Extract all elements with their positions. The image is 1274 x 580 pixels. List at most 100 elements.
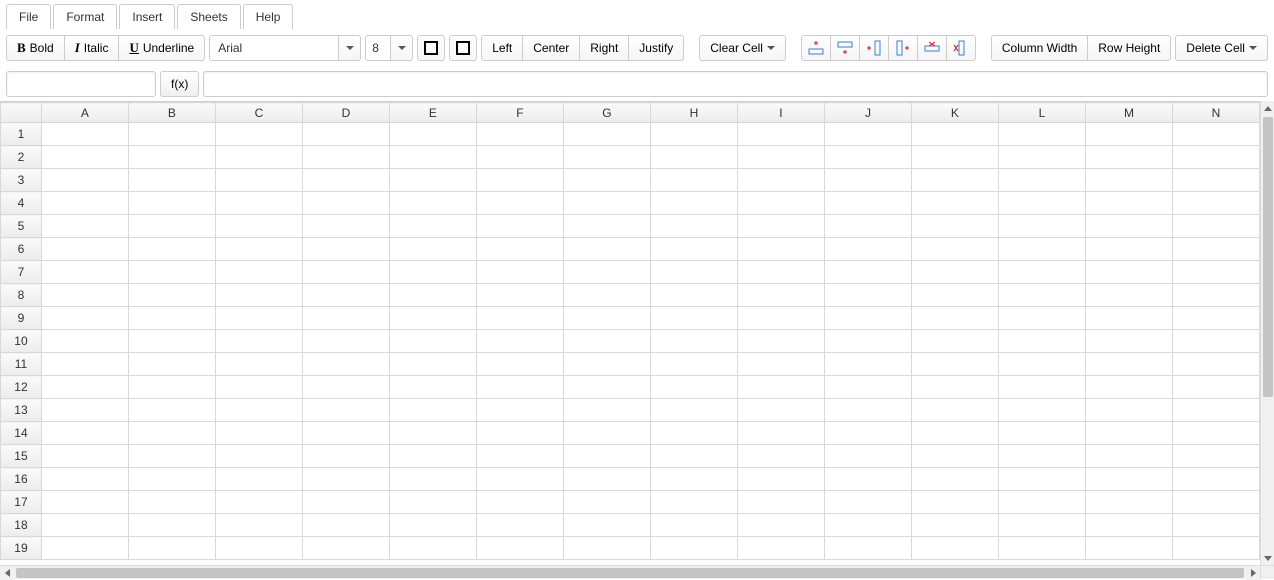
cell[interactable] bbox=[1172, 399, 1259, 422]
cell[interactable] bbox=[911, 307, 998, 330]
align-right-button[interactable]: Right bbox=[579, 35, 629, 61]
cell[interactable] bbox=[476, 284, 563, 307]
cell[interactable] bbox=[998, 514, 1085, 537]
cell[interactable] bbox=[998, 376, 1085, 399]
column-header[interactable]: G bbox=[563, 103, 650, 123]
cell[interactable] bbox=[215, 307, 302, 330]
cell[interactable] bbox=[389, 169, 476, 192]
cell[interactable] bbox=[650, 261, 737, 284]
cell[interactable] bbox=[650, 537, 737, 560]
cell[interactable] bbox=[215, 261, 302, 284]
cell[interactable] bbox=[650, 514, 737, 537]
cell[interactable] bbox=[389, 353, 476, 376]
cell[interactable] bbox=[1085, 537, 1172, 560]
cell[interactable] bbox=[998, 192, 1085, 215]
cell[interactable] bbox=[41, 399, 128, 422]
cell[interactable] bbox=[1085, 169, 1172, 192]
insert-column-right-button[interactable] bbox=[888, 35, 918, 61]
cell[interactable] bbox=[476, 123, 563, 146]
cell[interactable] bbox=[476, 445, 563, 468]
cell[interactable] bbox=[563, 169, 650, 192]
cell[interactable] bbox=[302, 468, 389, 491]
cell[interactable] bbox=[650, 376, 737, 399]
cell[interactable] bbox=[1172, 422, 1259, 445]
cell[interactable] bbox=[128, 123, 215, 146]
cell[interactable] bbox=[302, 261, 389, 284]
cell[interactable] bbox=[302, 514, 389, 537]
cell[interactable] bbox=[128, 445, 215, 468]
cell[interactable] bbox=[41, 215, 128, 238]
cell[interactable] bbox=[41, 192, 128, 215]
cell[interactable] bbox=[737, 514, 824, 537]
cell[interactable] bbox=[563, 261, 650, 284]
cell[interactable] bbox=[911, 169, 998, 192]
font-family-value[interactable]: Arial bbox=[209, 35, 339, 61]
row-header[interactable]: 14 bbox=[1, 422, 42, 445]
cell[interactable] bbox=[302, 169, 389, 192]
cell[interactable] bbox=[302, 422, 389, 445]
cell[interactable] bbox=[215, 123, 302, 146]
cell[interactable] bbox=[302, 192, 389, 215]
cell[interactable] bbox=[302, 215, 389, 238]
cell[interactable] bbox=[389, 514, 476, 537]
cell[interactable] bbox=[1172, 238, 1259, 261]
cell[interactable] bbox=[824, 399, 911, 422]
cell[interactable] bbox=[476, 468, 563, 491]
cell[interactable] bbox=[389, 238, 476, 261]
cell[interactable] bbox=[41, 123, 128, 146]
grid-viewport[interactable]: A B C D E F G H I J K L M N 123456789101… bbox=[0, 101, 1260, 565]
cell[interactable] bbox=[824, 123, 911, 146]
cell[interactable] bbox=[389, 261, 476, 284]
cell[interactable] bbox=[302, 445, 389, 468]
cell[interactable] bbox=[215, 284, 302, 307]
cell[interactable] bbox=[737, 307, 824, 330]
cell[interactable] bbox=[476, 422, 563, 445]
cell[interactable] bbox=[302, 376, 389, 399]
cell[interactable] bbox=[737, 353, 824, 376]
cell[interactable] bbox=[563, 192, 650, 215]
cell[interactable] bbox=[824, 330, 911, 353]
cell[interactable] bbox=[998, 238, 1085, 261]
row-header[interactable]: 4 bbox=[1, 192, 42, 215]
cell[interactable] bbox=[1085, 353, 1172, 376]
cell[interactable] bbox=[998, 353, 1085, 376]
cell[interactable] bbox=[128, 215, 215, 238]
cell[interactable] bbox=[737, 537, 824, 560]
column-header[interactable]: L bbox=[998, 103, 1085, 123]
cell[interactable] bbox=[389, 330, 476, 353]
fx-button[interactable]: f(x) bbox=[160, 71, 199, 97]
cell[interactable] bbox=[41, 307, 128, 330]
row-header[interactable]: 13 bbox=[1, 399, 42, 422]
cell[interactable] bbox=[1172, 123, 1259, 146]
cell[interactable] bbox=[1085, 261, 1172, 284]
cell[interactable] bbox=[563, 146, 650, 169]
cell[interactable] bbox=[1085, 491, 1172, 514]
cell[interactable] bbox=[998, 491, 1085, 514]
cell[interactable] bbox=[650, 468, 737, 491]
cell[interactable] bbox=[302, 353, 389, 376]
scroll-down-button[interactable] bbox=[1261, 551, 1274, 565]
formula-input[interactable] bbox=[203, 71, 1268, 97]
cell[interactable] bbox=[998, 468, 1085, 491]
cell[interactable] bbox=[128, 238, 215, 261]
cell[interactable] bbox=[911, 215, 998, 238]
cell[interactable] bbox=[41, 353, 128, 376]
cell[interactable] bbox=[737, 422, 824, 445]
cell[interactable] bbox=[41, 261, 128, 284]
column-header[interactable]: K bbox=[911, 103, 998, 123]
cell[interactable] bbox=[41, 445, 128, 468]
cell[interactable] bbox=[1172, 445, 1259, 468]
cell[interactable] bbox=[128, 169, 215, 192]
cell-reference-input[interactable] bbox=[6, 71, 156, 97]
cell[interactable] bbox=[650, 123, 737, 146]
cell[interactable] bbox=[302, 146, 389, 169]
cell[interactable] bbox=[1085, 238, 1172, 261]
cell[interactable] bbox=[563, 238, 650, 261]
cell[interactable] bbox=[389, 284, 476, 307]
cell[interactable] bbox=[1172, 284, 1259, 307]
cell[interactable] bbox=[824, 238, 911, 261]
cell[interactable] bbox=[824, 514, 911, 537]
cell[interactable] bbox=[824, 537, 911, 560]
cell[interactable] bbox=[998, 169, 1085, 192]
cell[interactable] bbox=[128, 491, 215, 514]
